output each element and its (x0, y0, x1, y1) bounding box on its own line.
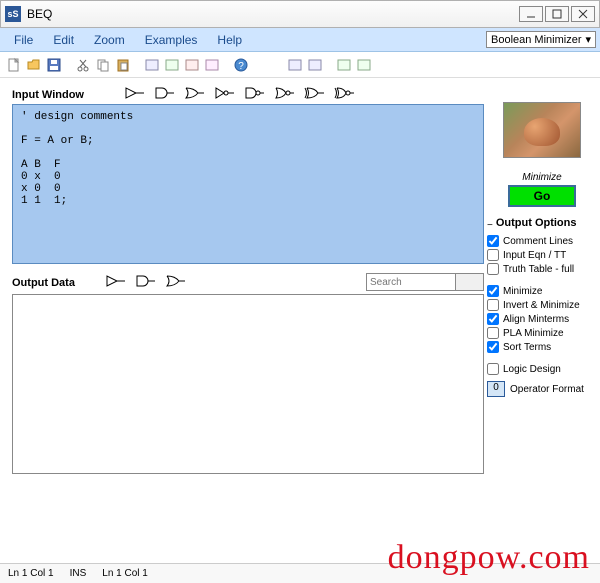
menu-edit[interactable]: Edit (43, 30, 84, 50)
opt-sort-terms[interactable]: Sort Terms (487, 341, 597, 353)
output-options-panel: −Output Options Comment Lines Input Eqn … (487, 217, 597, 397)
opt-truth-table-full[interactable]: Truth Table - full (487, 263, 597, 275)
opt-invert-minimize-check[interactable] (487, 299, 499, 311)
nand-gate-icon[interactable] (244, 86, 264, 100)
collapse-icon[interactable]: − (487, 220, 493, 231)
title-bar: sS BEQ (0, 0, 600, 28)
output-data-label: Output Data (12, 277, 75, 289)
search-input[interactable] (366, 273, 456, 291)
red-panda-image (503, 102, 581, 158)
copy-icon[interactable] (95, 57, 111, 73)
input-window-label: Input Window (12, 89, 84, 101)
opt-logic-design-check[interactable] (487, 363, 499, 375)
operator-format-value[interactable]: 0 (487, 381, 505, 397)
close-window-button[interactable] (571, 6, 595, 22)
go-button[interactable]: Go (508, 185, 576, 207)
menu-help[interactable]: Help (207, 30, 252, 50)
tool-icon-5[interactable] (287, 57, 303, 73)
opt-minimize-check[interactable] (487, 285, 499, 297)
opt-input-eqn-tt[interactable]: Input Eqn / TT (487, 249, 597, 261)
save-file-icon[interactable] (46, 57, 62, 73)
tool-icon-7[interactable] (336, 57, 352, 73)
paste-icon[interactable] (115, 57, 131, 73)
new-file-icon[interactable] (6, 57, 22, 73)
window-title: BEQ (27, 7, 517, 21)
output-editor[interactable] (12, 294, 484, 474)
opt-operator-format[interactable]: 0 Operator Format (487, 381, 597, 397)
buffer-gate-icon[interactable] (124, 86, 144, 100)
search-button[interactable] (456, 273, 484, 291)
opt-pla-minimize-check[interactable] (487, 327, 499, 339)
opt-input-eqn-tt-check[interactable] (487, 249, 499, 261)
tool-icon-8[interactable] (356, 57, 372, 73)
input-gate-row (114, 84, 354, 104)
help-icon[interactable]: ? (233, 57, 249, 73)
status-linecol-1: Ln 1 Col 1 (8, 568, 54, 579)
tool-icon-1[interactable] (144, 57, 160, 73)
input-editor[interactable]: ' design comments F = A or B; A B F 0 x … (12, 104, 484, 264)
menu-examples[interactable]: Examples (135, 30, 208, 50)
minimize-label: Minimize (522, 172, 561, 183)
opt-logic-design[interactable]: Logic Design (487, 363, 597, 375)
mode-select[interactable]: Boolean Minimizer ▾ (486, 31, 596, 48)
tool-icon-4[interactable] (204, 57, 220, 73)
not-gate-icon[interactable] (214, 86, 234, 100)
maximize-window-button[interactable] (545, 6, 569, 22)
status-bar: Ln 1 Col 1 INS Ln 1 Col 1 (0, 563, 600, 583)
or-gate-icon[interactable] (184, 86, 204, 100)
xor-gate-icon[interactable] (304, 86, 324, 100)
menu-bar: File Edit Zoom Examples Help Boolean Min… (0, 28, 600, 52)
svg-text:?: ? (238, 61, 244, 72)
xnor-gate-icon[interactable] (334, 86, 354, 100)
buffer-gate-icon-2[interactable] (105, 274, 125, 288)
opt-comment-lines-check[interactable] (487, 235, 499, 247)
opt-invert-minimize[interactable]: Invert & Minimize (487, 299, 597, 311)
app-icon: sS (5, 6, 21, 22)
cut-icon[interactable] (75, 57, 91, 73)
opt-minimize[interactable]: Minimize (487, 285, 597, 297)
and-gate-icon[interactable] (154, 86, 174, 100)
or-gate-icon-2[interactable] (165, 274, 185, 288)
nor-gate-icon[interactable] (274, 86, 294, 100)
tool-icon-3[interactable] (184, 57, 200, 73)
opt-align-minterms[interactable]: Align Minterms (487, 313, 597, 325)
open-file-icon[interactable] (26, 57, 42, 73)
toolbar: ? (0, 52, 600, 78)
output-gate-row (95, 272, 185, 292)
opt-pla-minimize[interactable]: PLA Minimize (487, 327, 597, 339)
and-gate-icon-2[interactable] (135, 274, 155, 288)
menu-file[interactable]: File (4, 30, 43, 50)
minimize-window-button[interactable] (519, 6, 543, 22)
status-ins: INS (70, 568, 87, 579)
opt-sort-terms-check[interactable] (487, 341, 499, 353)
menu-zoom[interactable]: Zoom (84, 30, 135, 50)
mode-select-value: Boolean Minimizer (491, 34, 581, 46)
tool-icon-6[interactable] (307, 57, 323, 73)
opt-truth-table-full-check[interactable] (487, 263, 499, 275)
status-linecol-2: Ln 1 Col 1 (102, 568, 148, 579)
opt-comment-lines[interactable]: Comment Lines (487, 235, 597, 247)
chevron-down-icon: ▾ (585, 33, 591, 46)
tool-icon-2[interactable] (164, 57, 180, 73)
opt-align-minterms-check[interactable] (487, 313, 499, 325)
output-options-title: Output Options (496, 217, 577, 229)
